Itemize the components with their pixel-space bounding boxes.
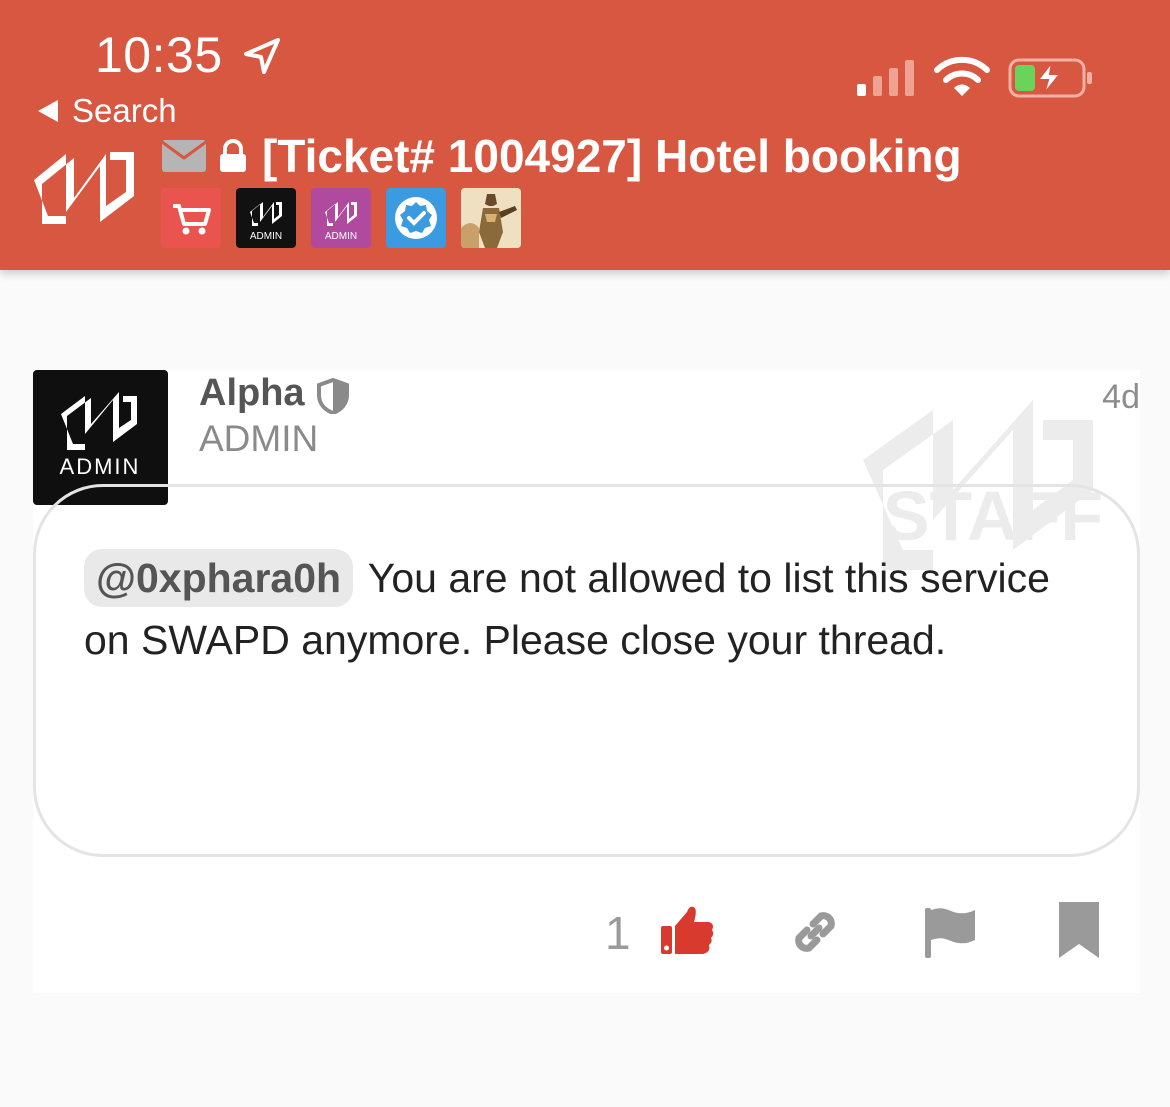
admin-badge-black[interactable]: ADMIN <box>236 188 296 248</box>
moderator-shield-icon <box>317 378 349 414</box>
topic-header: 10:35 Search [Ticket# 1004927] Hotel boo… <box>0 0 1170 270</box>
cart-badge[interactable] <box>161 188 221 248</box>
author-name[interactable]: Alpha <box>199 372 305 415</box>
topic-title[interactable]: [Ticket# 1004927] Hotel booking <box>262 129 962 183</box>
location-arrow-icon <box>244 38 280 74</box>
status-time: 10:35 <box>95 27 223 83</box>
share-link-icon[interactable] <box>785 902 845 962</box>
admin-logo-icon: ADMIN <box>250 202 282 242</box>
verified-badge[interactable] <box>386 188 446 248</box>
back-arrow-icon <box>38 100 58 122</box>
user-mention[interactable]: @0xphara0h <box>84 549 354 607</box>
lock-icon <box>220 139 246 172</box>
post: STAFF ADMIN Alpha ADMIN 4d @0xphara0h Yo… <box>33 370 1140 993</box>
svg-text:ADMIN: ADMIN <box>60 454 141 479</box>
svg-text:ADMIN: ADMIN <box>325 231 357 242</box>
like-icon[interactable] <box>657 900 717 960</box>
svg-text:ADMIN: ADMIN <box>250 231 282 242</box>
site-logo-icon[interactable] <box>26 140 142 236</box>
like-count[interactable]: 1 <box>605 906 631 960</box>
admin-logo-icon: ADMIN <box>325 202 357 242</box>
back-label: Search <box>72 92 177 129</box>
post-text: @0xphara0h You are not allowed to list t… <box>84 547 1094 671</box>
verified-check-icon <box>395 197 437 239</box>
post-body: @0xphara0h You are not allowed to list t… <box>33 484 1140 857</box>
bookmark-icon[interactable] <box>1049 900 1109 960</box>
author-title: ADMIN <box>199 418 319 459</box>
shopping-cart-icon <box>161 188 221 248</box>
flag-icon[interactable] <box>919 902 979 962</box>
post-age[interactable]: 4d <box>1102 378 1140 417</box>
cellular-signal-icon <box>857 60 914 96</box>
private-message-icon <box>162 140 206 172</box>
battery-charging-icon <box>1008 58 1092 98</box>
pharaoh-badge[interactable] <box>461 188 521 248</box>
admin-badge-purple[interactable]: ADMIN <box>311 188 371 248</box>
wifi-icon <box>934 56 990 96</box>
pharaoh-warrior-icon <box>461 188 521 248</box>
topic-title-row: [Ticket# 1004927] Hotel booking <box>162 128 962 184</box>
participant-badges: ADMIN ADMIN <box>161 188 521 248</box>
back-to-search-link[interactable]: Search <box>38 92 177 130</box>
post-actions: 1 <box>33 900 1140 970</box>
